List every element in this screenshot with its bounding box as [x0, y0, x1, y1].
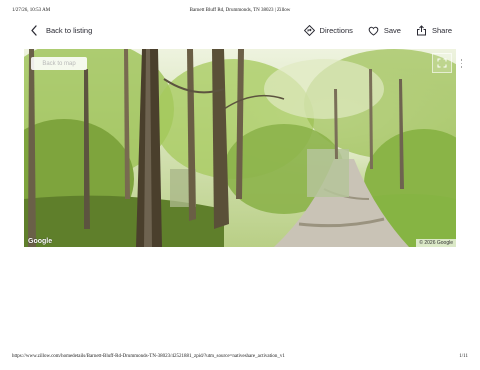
back-to-listing-button[interactable]: Back to listing	[30, 25, 92, 36]
heart-icon	[368, 26, 379, 36]
save-button[interactable]: Save	[368, 26, 401, 36]
share-label: Share	[431, 26, 452, 35]
back-to-listing-label: Back to listing	[46, 26, 93, 35]
street-view-image	[24, 49, 456, 247]
google-logo: Google	[28, 238, 53, 245]
print-url: https://www.zillow.com/homedetails/Barne…	[12, 354, 285, 359]
directions-label: Directions	[319, 26, 353, 35]
back-to-map-button[interactable]: Back to map	[31, 57, 87, 70]
fullscreen-icon	[437, 58, 447, 68]
directions-icon	[303, 25, 315, 36]
print-page-title: Barnett Bluff Rd, Drummonds, TN 38023 | …	[189, 8, 291, 13]
more-vertical-icon[interactable]	[460, 57, 463, 70]
street-view-panorama[interactable]: Back to map Google © 2026 Google	[24, 49, 456, 247]
print-page-number: 1/11	[459, 354, 468, 359]
save-label: Save	[383, 26, 401, 35]
share-button[interactable]: Share	[416, 25, 452, 36]
top-navbar: Back to listing Directions Save Share	[24, 22, 452, 42]
share-icon	[416, 25, 427, 36]
fullscreen-button[interactable]	[432, 53, 452, 73]
directions-button[interactable]: Directions	[303, 25, 353, 36]
nav-actions: Directions Save Share	[289, 25, 452, 36]
chevron-left-icon	[30, 25, 38, 36]
copyright-text: © 2026 Google	[416, 239, 456, 247]
